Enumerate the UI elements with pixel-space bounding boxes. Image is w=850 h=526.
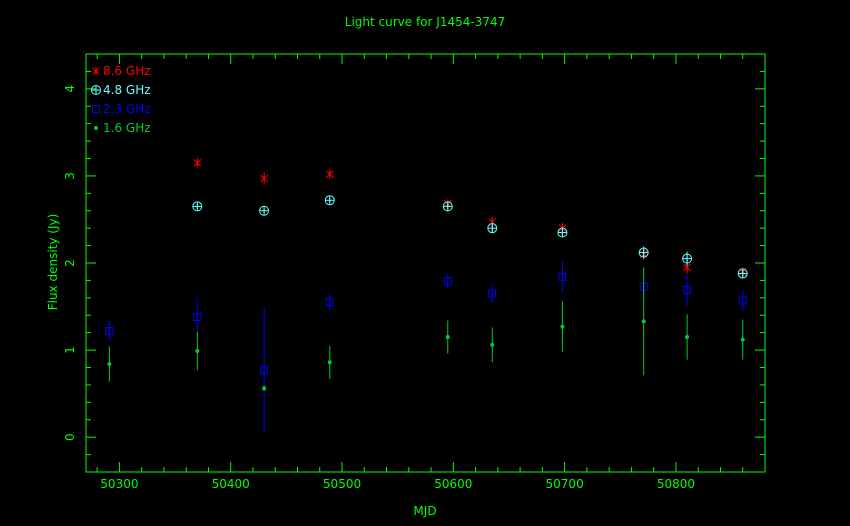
series-1-6-ghz: [107, 267, 745, 392]
light-curve-chart: Light curve for J1454-3747 MJD Flux dens…: [46, 15, 766, 518]
data-point: [193, 158, 202, 168]
legend-marker: [94, 126, 98, 130]
y-tick-label: 4: [63, 85, 77, 93]
chart-title: Light curve for J1454-3747: [345, 15, 505, 29]
marker-dot: [262, 386, 267, 391]
data-point: [487, 223, 498, 234]
data-point: [195, 348, 200, 353]
x-tick-label: 50300: [100, 477, 138, 491]
data-point: [557, 227, 568, 238]
legend-label: 8.6 GHz: [103, 64, 151, 78]
x-axis-label: MJD: [413, 504, 436, 518]
data-point: [192, 201, 203, 212]
data-point: [327, 360, 332, 365]
marker-dot: [327, 360, 332, 365]
data-point: [685, 335, 690, 340]
data-point: [641, 319, 646, 324]
y-tick-label: 3: [63, 172, 77, 180]
marker-dot: [560, 324, 565, 329]
data-point: [638, 247, 649, 258]
y-axis-label: Flux density (Jy): [46, 214, 60, 311]
legend-entry: 8.6 GHz: [92, 64, 151, 78]
legend-entry: 4.8 GHz: [91, 83, 151, 97]
plot-frame: [85, 53, 766, 473]
legend-label: 1.6 GHz: [103, 121, 151, 135]
marker-dot: [490, 342, 495, 347]
series-8-6-ghz: [193, 158, 747, 277]
data-point: [325, 169, 334, 179]
legend-marker: [92, 66, 100, 76]
y-tick-label: 1: [63, 346, 77, 354]
data-point: [107, 362, 112, 367]
legend-label: 2.3 GHz: [103, 102, 151, 116]
legend-entry: 2.3 GHz: [92, 102, 151, 116]
legend-entry: 1.6 GHz: [94, 121, 151, 135]
data-point: [259, 205, 270, 216]
marker-dot: [740, 337, 745, 342]
data-point: [490, 342, 495, 347]
y-tick-label: 2: [63, 259, 77, 267]
plot-area: 50300 50400 50500 50600 50700 50800 0 1 2 3 4 8.6 G…: [63, 53, 766, 491]
legend-marker: [92, 105, 100, 113]
data-point: [445, 335, 450, 340]
marker-dot: [685, 335, 690, 340]
data-point: [682, 253, 693, 264]
y-tick-label: 0: [63, 433, 77, 441]
data-point: [442, 201, 453, 212]
x-tick-label: 50800: [657, 477, 695, 491]
data-point: [260, 174, 268, 184]
x-tick-label: 50500: [323, 477, 361, 491]
marker-dot: [107, 362, 112, 367]
x-tick-label: 50400: [212, 477, 250, 491]
marker-dot: [445, 335, 450, 340]
marker-dot: [641, 319, 646, 324]
data-point: [560, 324, 565, 329]
marker-dot: [94, 126, 98, 130]
data-point: [740, 337, 745, 342]
data-point: [737, 268, 748, 279]
x-tick-label: 50600: [434, 477, 472, 491]
marker-dot: [195, 348, 200, 353]
legend-marker: [91, 85, 101, 95]
x-tick-label: 50700: [546, 477, 584, 491]
marker-square: [92, 105, 100, 113]
data-point: [324, 195, 335, 206]
series-4-8-ghz: [192, 195, 748, 279]
series-2-3-ghz: [105, 261, 747, 433]
legend-label: 4.8 GHz: [103, 83, 151, 97]
data-point: [262, 386, 267, 391]
